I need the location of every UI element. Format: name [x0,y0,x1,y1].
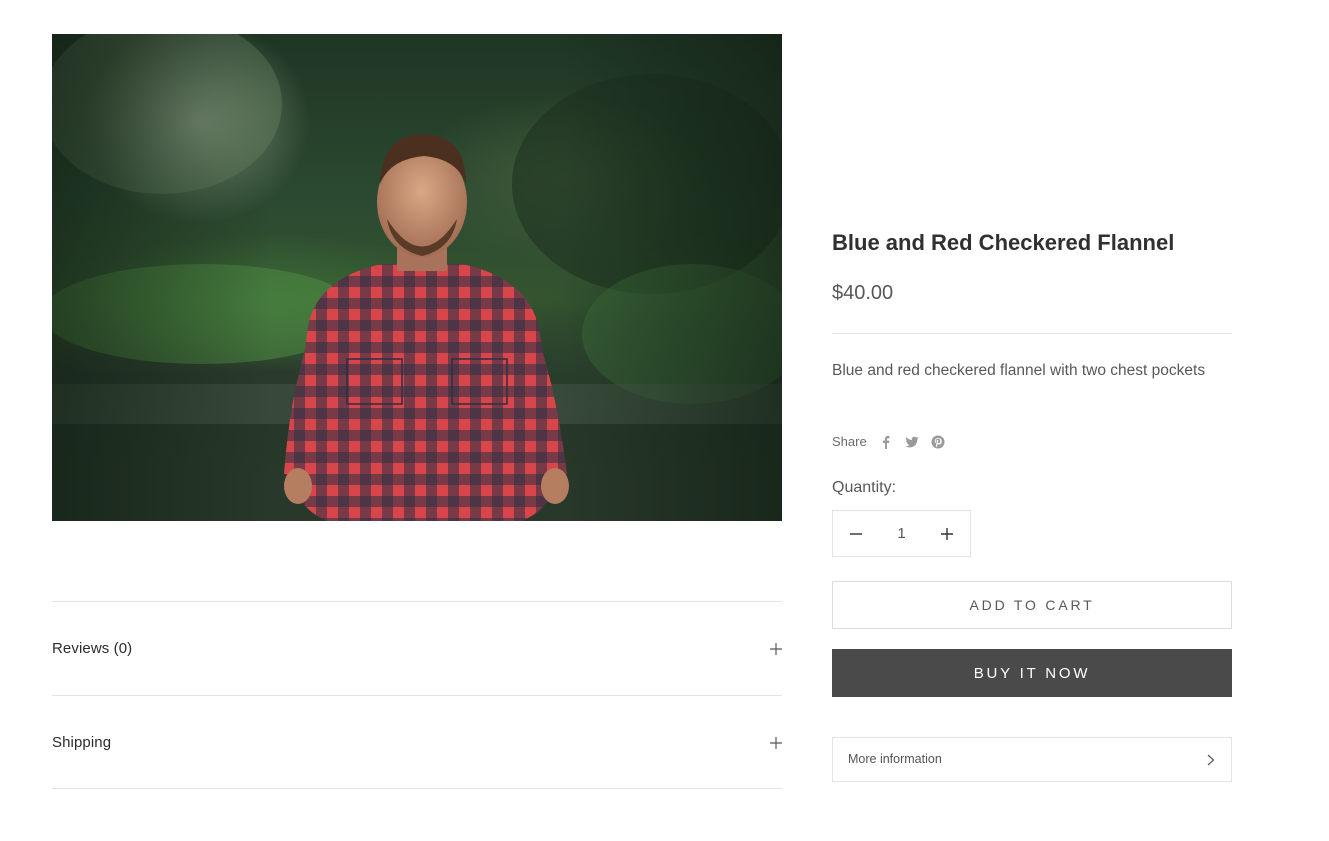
reviews-accordion-title: Reviews (0) [52,640,133,657]
product-price: $40.00 [832,282,894,304]
more-information-button[interactable]: More information [832,737,1232,782]
quantity-label: Quantity: [832,479,897,496]
reviews-accordion[interactable]: Reviews (0) [52,601,782,695]
plus-icon [770,737,782,749]
pinterest-icon[interactable] [931,435,945,449]
share-bar: Share [832,434,957,449]
product-photo [52,34,782,521]
minus-icon [850,532,862,535]
twitter-icon[interactable] [905,435,919,449]
plus-icon [770,643,782,655]
quantity-stepper [832,510,971,557]
add-to-cart-button[interactable]: ADD TO CART [832,581,1232,629]
chevron-right-icon [1207,754,1215,766]
product-title: Blue and Red Checkered Flannel [832,230,1175,255]
divider [832,333,1232,334]
quantity-decrease-button[interactable] [833,511,879,556]
share-label: Share [832,434,867,449]
shipping-accordion[interactable]: Shipping [52,695,782,789]
quantity-input[interactable] [879,511,924,556]
shipping-accordion-title: Shipping [52,734,112,751]
plus-icon [941,527,953,540]
facebook-icon[interactable] [879,435,893,449]
buy-now-button[interactable]: BUY IT NOW [832,649,1232,697]
product-image[interactable] [52,34,782,521]
quantity-increase-button[interactable] [924,511,970,556]
more-information-label: More information [848,752,942,766]
product-description: Blue and red checkered flannel with two … [832,362,1206,379]
